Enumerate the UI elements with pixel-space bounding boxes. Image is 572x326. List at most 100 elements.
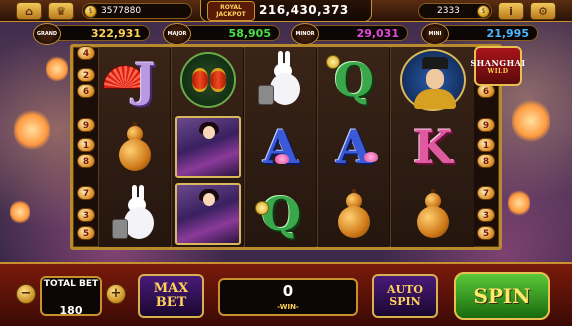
reel-symbol: Q — [245, 181, 317, 247]
gourd-icon — [413, 189, 453, 239]
mini-value: 21,995 — [486, 27, 529, 40]
reel-symbol — [99, 181, 171, 247]
major-badge: MAJOR — [163, 23, 191, 45]
lotus-icon — [364, 152, 378, 162]
win-display: 0 -WIN- — [218, 278, 358, 316]
payline-marker[interactable]: 7 — [77, 186, 95, 200]
coin-icon — [255, 201, 269, 215]
coin-balance: $ 3577880 — [82, 3, 192, 19]
floating-lantern — [10, 200, 30, 224]
payline-marker[interactable]: 3 — [477, 208, 495, 222]
settings-button[interactable]: ⚙ — [530, 2, 556, 20]
reel-symbol — [172, 181, 244, 247]
leaderboard-button[interactable]: ♛ — [48, 2, 74, 20]
coin-icon: $ — [84, 5, 97, 18]
lotus-icon — [275, 154, 289, 164]
jackpot-mini: MINI 21,995 — [421, 23, 538, 45]
payline-marker[interactable]: 3 — [77, 208, 95, 222]
royal-jackpot-logo: ROYAL JACKPOT — [207, 1, 255, 21]
reel-symbol — [391, 181, 475, 247]
jackpot-major: MAJOR 58,905 — [163, 23, 280, 45]
win-label: -WIN- — [277, 303, 299, 311]
payline-marker[interactable]: 9 — [77, 118, 95, 132]
reel-1: J — [98, 47, 170, 247]
floating-lantern — [14, 110, 50, 150]
minor-badge: MINOR — [291, 23, 319, 45]
payline-marker[interactable]: 1 — [77, 138, 95, 152]
gem-balance: 2333 $ — [418, 3, 492, 19]
rabbit-icon — [256, 51, 306, 109]
payline-marker[interactable]: 5 — [477, 226, 495, 240]
grand-badge: GRAND — [33, 23, 61, 45]
lady-icon — [175, 116, 241, 178]
info-icon: i — [509, 4, 513, 18]
info-button[interactable]: i — [498, 2, 524, 20]
reel-symbol — [99, 114, 171, 180]
symbol-q: Q — [333, 53, 375, 107]
home-icon: ⌂ — [25, 4, 33, 18]
jackpot-minor: MINOR 29,031 — [291, 23, 408, 45]
minor-value: 29,031 — [356, 27, 399, 40]
payline-marker[interactable]: 5 — [77, 226, 95, 240]
reel-symbol — [172, 47, 244, 113]
symbol-j: J — [134, 53, 156, 107]
gourd-icon — [334, 189, 374, 239]
payline-marker[interactable]: 2 — [77, 68, 95, 82]
symbol-k: K — [413, 120, 453, 174]
reel-4: Q A — [317, 47, 389, 247]
reel-symbol — [172, 114, 244, 180]
reel-symbol: A — [318, 114, 390, 180]
max-bet-label: MAX BET — [153, 281, 189, 310]
minus-icon: − — [20, 286, 32, 302]
total-bet-value: 180 — [59, 304, 83, 317]
jackpot-value: 216,430,373 — [259, 3, 349, 17]
plus-icon: + — [110, 286, 122, 302]
increase-bet-button[interactable]: + — [106, 284, 126, 304]
paylines-left: 4 2 6 9 1 8 7 3 5 — [76, 46, 96, 246]
gem-balance-value: 2333 — [437, 6, 460, 16]
reel-5: K — [390, 47, 474, 247]
reel-symbol: A — [245, 114, 317, 180]
gear-icon: ⚙ — [538, 4, 548, 18]
symbol-q: Q — [260, 187, 302, 241]
decrease-bet-button[interactable]: − — [16, 284, 36, 304]
coin-balance-value: 3577880 — [101, 6, 142, 16]
home-button[interactable]: ⌂ — [16, 2, 42, 20]
reel-3: A Q — [244, 47, 316, 247]
reel-symbol: K — [391, 114, 475, 180]
top-bar: ⌂ ♛ $ 3577880 ROYAL JACKPOT 216,430,373 … — [0, 0, 572, 22]
emperor-icon — [400, 49, 466, 111]
payline-marker[interactable]: 8 — [477, 154, 495, 168]
reel-symbol: J — [99, 47, 171, 113]
floating-lantern — [508, 190, 530, 216]
wild-subtitle: WILD — [487, 67, 509, 75]
mini-badge: MINI — [421, 23, 449, 45]
lanterns-icon — [180, 52, 236, 108]
dollar-icon[interactable]: $ — [477, 5, 490, 18]
auto-spin-button[interactable]: AUTO SPIN — [372, 274, 438, 318]
payline-marker[interactable]: 4 — [77, 46, 95, 60]
payline-marker[interactable]: 6 — [477, 84, 495, 98]
control-bar: − TOTAL BET 180 + MAX BET 0 -WIN- AUTO S… — [0, 262, 572, 326]
jackpot-tiers: GRAND 322,931 MAJOR 58,905 MINOR 29,031 … — [32, 23, 540, 45]
reel-2 — [171, 47, 243, 247]
auto-spin-label: AUTO SPIN — [387, 283, 423, 308]
payline-marker[interactable]: 6 — [77, 84, 95, 98]
rabbit-icon — [110, 185, 160, 243]
payline-marker[interactable]: 1 — [477, 138, 495, 152]
trophy-icon: ♛ — [56, 4, 66, 18]
reel-symbol — [245, 47, 317, 113]
symbol-a: A — [336, 120, 372, 174]
jackpot-grand: GRAND 322,931 — [33, 23, 150, 45]
max-bet-button[interactable]: MAX BET — [138, 274, 204, 318]
total-bet-display: TOTAL BET 180 — [40, 276, 102, 317]
payline-marker[interactable]: 9 — [477, 118, 495, 132]
progressive-jackpot: ROYAL JACKPOT 216,430,373 — [200, 0, 372, 22]
wild-title: SHANGHAI — [470, 57, 526, 68]
shanghai-wild-symbol: SHANGHAI WILD — [470, 46, 525, 86]
payline-marker[interactable]: 8 — [77, 154, 95, 168]
major-value: 58,905 — [228, 27, 271, 40]
win-value: 0 — [282, 282, 294, 300]
payline-marker[interactable]: 7 — [477, 186, 495, 200]
spin-button[interactable]: SPIN — [454, 272, 550, 320]
